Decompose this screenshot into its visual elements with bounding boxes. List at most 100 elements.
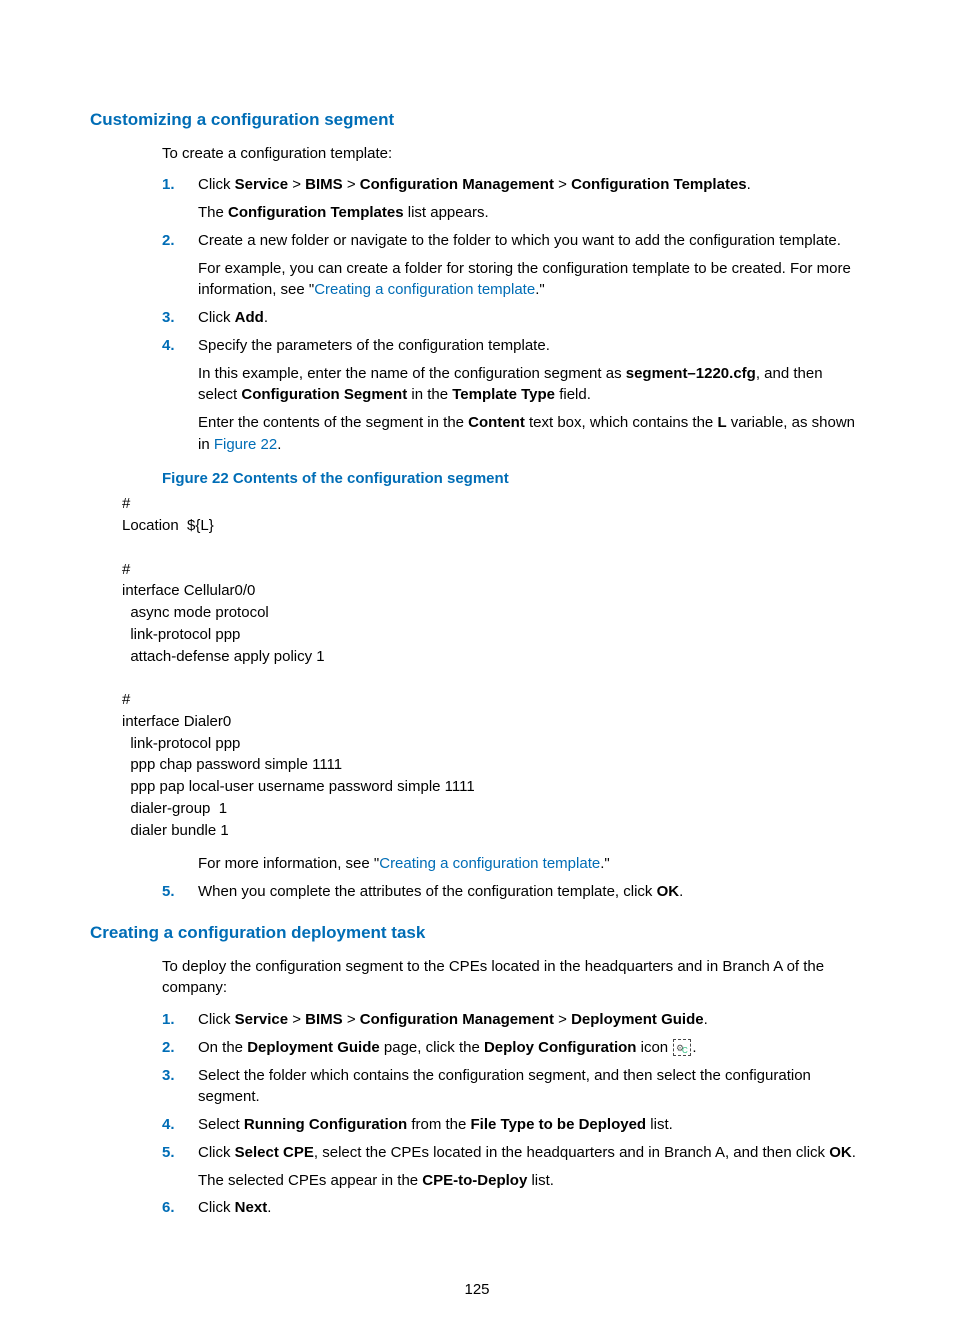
t: > xyxy=(288,176,305,193)
t: Click xyxy=(198,309,235,326)
step2-1: 1. Click Service > BIMS > Configuration … xyxy=(162,1009,864,1031)
t: Configuration Templates xyxy=(571,176,747,193)
t: . xyxy=(852,1144,856,1161)
step-line: Enter the contents of the segment in the… xyxy=(198,412,864,456)
t: . xyxy=(277,436,281,453)
t: Service xyxy=(235,1011,288,1028)
step-line: In this example, enter the name of the c… xyxy=(198,363,864,407)
t: Click xyxy=(198,1011,235,1028)
t: > xyxy=(554,176,571,193)
t: . xyxy=(704,1011,708,1028)
step2-2: 2. On the Deployment Guide page, click t… xyxy=(162,1037,864,1059)
step-num: 3. xyxy=(162,307,175,329)
t: BIMS xyxy=(305,176,343,193)
step-num: 2. xyxy=(162,1037,175,1059)
t: segment–1220.cfg xyxy=(626,365,756,382)
step-1: 1. Click Service > BIMS > Configuration … xyxy=(162,174,864,224)
step-line: Create a new folder or navigate to the f… xyxy=(198,230,864,252)
step-4: 4. Specify the parameters of the configu… xyxy=(162,335,864,456)
t: list. xyxy=(527,1172,554,1189)
step-line: Click Service > BIMS > Configuration Man… xyxy=(198,174,864,196)
t: text box, which contains the xyxy=(525,414,718,431)
step2-5: 5. Click Select CPE, select the CPEs loc… xyxy=(162,1142,864,1192)
step-num: 1. xyxy=(162,174,175,196)
step-line: Click Add. xyxy=(198,307,864,329)
t: Select xyxy=(198,1116,244,1133)
t: OK xyxy=(657,883,680,900)
link-creating-template[interactable]: Creating a configuration template xyxy=(314,281,535,298)
t: . xyxy=(267,1199,271,1216)
figure-22-code: # Location ${L} # interface Cellular0/0 … xyxy=(122,493,864,841)
step-line: Specify the parameters of the configurat… xyxy=(198,335,864,357)
t: . xyxy=(747,176,751,193)
step2-4: 4. Select Running Configuration from the… xyxy=(162,1114,864,1136)
t: OK xyxy=(829,1144,852,1161)
step-line: Select the folder which contains the con… xyxy=(198,1065,864,1109)
step-line: The Configuration Templates list appears… xyxy=(198,202,864,224)
step-line: Click Service > BIMS > Configuration Man… xyxy=(198,1009,864,1031)
step-line: For example, you can create a folder for… xyxy=(198,258,864,302)
step-num: 5. xyxy=(162,1142,175,1164)
t: > xyxy=(554,1011,571,1028)
steps-list-2: 1. Click Service > BIMS > Configuration … xyxy=(162,1009,864,1219)
t: Running Configuration xyxy=(244,1116,407,1133)
t: Configuration Management xyxy=(360,1011,554,1028)
intro-text: To create a configuration template: xyxy=(162,143,864,165)
t: File Type to be Deployed xyxy=(471,1116,647,1133)
t: in the xyxy=(407,386,452,403)
t: On the xyxy=(198,1039,247,1056)
step-num: 3. xyxy=(162,1065,175,1087)
t: > xyxy=(343,176,360,193)
t: Enter the contents of the segment in the xyxy=(198,414,468,431)
step2-6: 6. Click Next. xyxy=(162,1197,864,1219)
t: In this example, enter the name of the c… xyxy=(198,365,626,382)
step-line: When you complete the attributes of the … xyxy=(198,881,864,903)
t: Deployment Guide xyxy=(247,1039,380,1056)
t: page, click the xyxy=(380,1039,484,1056)
figure-22-caption: Figure 22 Contents of the configuration … xyxy=(162,468,864,490)
svg-text:C: C xyxy=(682,1046,688,1054)
step-num: 5. xyxy=(162,881,175,903)
t: When you complete the attributes of the … xyxy=(198,883,657,900)
t: Select CPE xyxy=(235,1144,314,1161)
step-num: 1. xyxy=(162,1009,175,1031)
t: Deploy Configuration xyxy=(484,1039,637,1056)
step-5: 5. When you complete the attributes of t… xyxy=(162,881,864,903)
t: . xyxy=(692,1039,696,1056)
t: field. xyxy=(555,386,591,403)
link-creating-template-2[interactable]: Creating a configuration template xyxy=(379,855,600,872)
t: Template Type xyxy=(452,386,555,403)
t: Next xyxy=(235,1199,268,1216)
step-num: 6. xyxy=(162,1197,175,1219)
t: Service xyxy=(235,176,288,193)
heading-deploy-task: Creating a configuration deployment task xyxy=(90,921,864,946)
t: . xyxy=(679,883,683,900)
t: Add xyxy=(235,309,264,326)
t: Configuration Templates xyxy=(228,204,404,221)
heading-customizing: Customizing a configuration segment xyxy=(90,108,864,133)
t: Deployment Guide xyxy=(571,1011,704,1028)
step-line: Click Select CPE, select the CPEs locate… xyxy=(198,1142,864,1164)
t: BIMS xyxy=(305,1011,343,1028)
step-num: 4. xyxy=(162,335,175,357)
after-code-line: For more information, see "Creating a co… xyxy=(198,853,864,875)
step-line: Click Next. xyxy=(198,1197,864,1219)
t: For more information, see " xyxy=(198,855,379,872)
link-figure-22[interactable]: Figure 22 xyxy=(214,436,277,453)
t: L xyxy=(717,414,726,431)
t: list appears. xyxy=(404,204,489,221)
t: ." xyxy=(535,281,545,298)
step-2: 2. Create a new folder or navigate to th… xyxy=(162,230,864,301)
t: Configuration Management xyxy=(360,176,554,193)
t: Content xyxy=(468,414,525,431)
t: . xyxy=(264,309,268,326)
t: The xyxy=(198,204,228,221)
t: > xyxy=(343,1011,360,1028)
steps-list-1: 1. Click Service > BIMS > Configuration … xyxy=(162,174,864,455)
step-num: 2. xyxy=(162,230,175,252)
page-number: 125 xyxy=(90,1279,864,1301)
t: Click xyxy=(198,1199,235,1216)
t: Click xyxy=(198,176,235,193)
step-line: On the Deployment Guide page, click the … xyxy=(198,1037,864,1059)
deploy-configuration-icon: ⚙C xyxy=(673,1039,691,1056)
